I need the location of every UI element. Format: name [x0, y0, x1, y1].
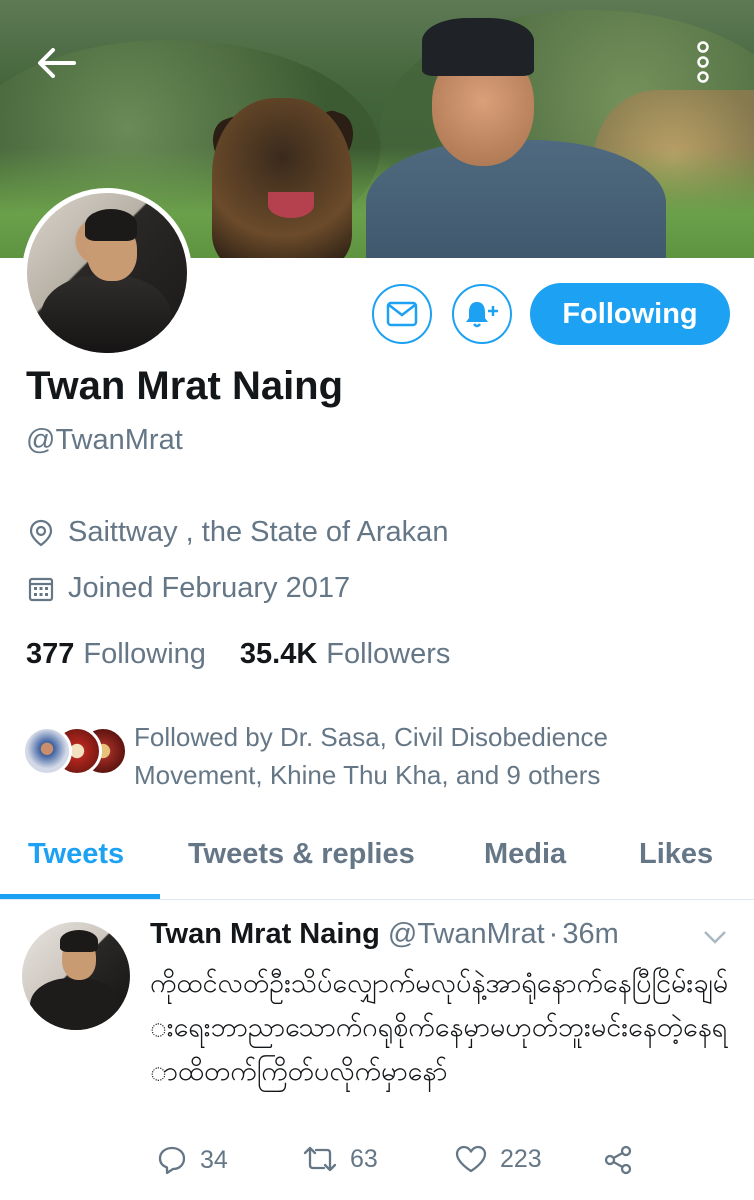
- more-options-button[interactable]: [688, 38, 718, 86]
- tab-tweets[interactable]: Tweets: [28, 838, 124, 871]
- tweet-header: Twan Mrat Naing @TwanMrat · 36m: [150, 918, 619, 951]
- profile-avatar[interactable]: [22, 188, 192, 358]
- tweet-author-name[interactable]: Twan Mrat Naing: [150, 918, 380, 951]
- bell-plus-icon: [466, 302, 498, 328]
- like-button[interactable]: 223: [454, 1144, 542, 1174]
- back-button[interactable]: [30, 42, 82, 84]
- location-pin-icon: [26, 518, 56, 548]
- tweet-avatar[interactable]: [22, 922, 130, 1030]
- followed-by-text: Followed by Dr. Sasa, Civil Disobedience…: [134, 722, 608, 790]
- envelope-icon: [386, 301, 418, 327]
- heart-icon: [455, 1145, 487, 1173]
- tweet-separator: ·: [548, 918, 559, 950]
- share-icon: [604, 1145, 632, 1175]
- banner-person: [422, 18, 534, 76]
- banner-dog: [212, 98, 352, 258]
- profile-location: Saittway , the State of Arakan: [26, 516, 448, 549]
- chevron-down-icon: [704, 931, 726, 944]
- reply-button[interactable]: 34: [156, 1144, 228, 1176]
- share-button[interactable]: [602, 1144, 646, 1176]
- banner-dog: [268, 192, 314, 218]
- notifications-button[interactable]: [452, 284, 512, 344]
- following-count: 377: [26, 638, 75, 670]
- reply-icon: [158, 1146, 186, 1175]
- more-vertical-icon: [697, 41, 709, 83]
- tweet-actions: 34 63 223: [150, 1144, 734, 1184]
- retweet-icon: [303, 1146, 337, 1172]
- reply-count: 34: [200, 1145, 228, 1174]
- tweet-author-handle[interactable]: @TwanMrat: [388, 918, 545, 951]
- follow-stats: 377 Following 35.4K Followers: [26, 638, 484, 671]
- tab-likes[interactable]: Likes: [639, 838, 713, 871]
- tweet-text: ကိုထင်လတ်ဦးသိပ်လျှောက်မလုပ်နဲ့အာရုံနောက်…: [150, 968, 729, 1087]
- avatar-image: [41, 275, 171, 353]
- message-button[interactable]: [372, 284, 432, 344]
- joined-text: Joined February 2017: [68, 572, 351, 604]
- like-count: 223: [500, 1144, 542, 1173]
- profile-tabs: Tweets Tweets & replies Media Likes: [0, 822, 754, 900]
- followed-by-section[interactable]: Followed by Dr. Sasa, Civil Disobedience…: [22, 718, 644, 794]
- avatar-image: [60, 930, 98, 952]
- followers-label: Followers: [326, 638, 451, 670]
- retweet-button[interactable]: 63: [302, 1144, 378, 1174]
- tweet-menu-button[interactable]: [702, 928, 728, 946]
- tweet-timestamp: 36m: [562, 918, 619, 950]
- location-text: Saittway , the State of Arakan: [68, 516, 449, 548]
- following-stat[interactable]: 377 Following: [26, 638, 206, 671]
- tab-media[interactable]: Media: [484, 838, 566, 871]
- followers-stat[interactable]: 35.4K Followers: [240, 638, 450, 671]
- profile-joined-date: Joined February 2017: [26, 572, 350, 605]
- calendar-icon: [26, 574, 56, 604]
- retweet-count: 63: [350, 1144, 378, 1173]
- profile-name: Twan Mrat Naing: [26, 364, 344, 408]
- active-tab-indicator: [0, 894, 160, 899]
- avatar: [22, 726, 72, 776]
- avatar-image: [30, 978, 120, 1030]
- tab-tweets-replies[interactable]: Tweets & replies: [188, 838, 415, 871]
- profile-handle: @TwanMrat: [26, 424, 183, 456]
- avatar-image: [85, 209, 137, 241]
- following-button[interactable]: Following: [530, 283, 730, 345]
- back-arrow-icon: [38, 48, 76, 78]
- followers-count: 35.4K: [239, 638, 318, 670]
- following-label: Following: [83, 638, 206, 670]
- banner-person: [366, 140, 666, 258]
- mutual-followers-avatars: [22, 726, 128, 782]
